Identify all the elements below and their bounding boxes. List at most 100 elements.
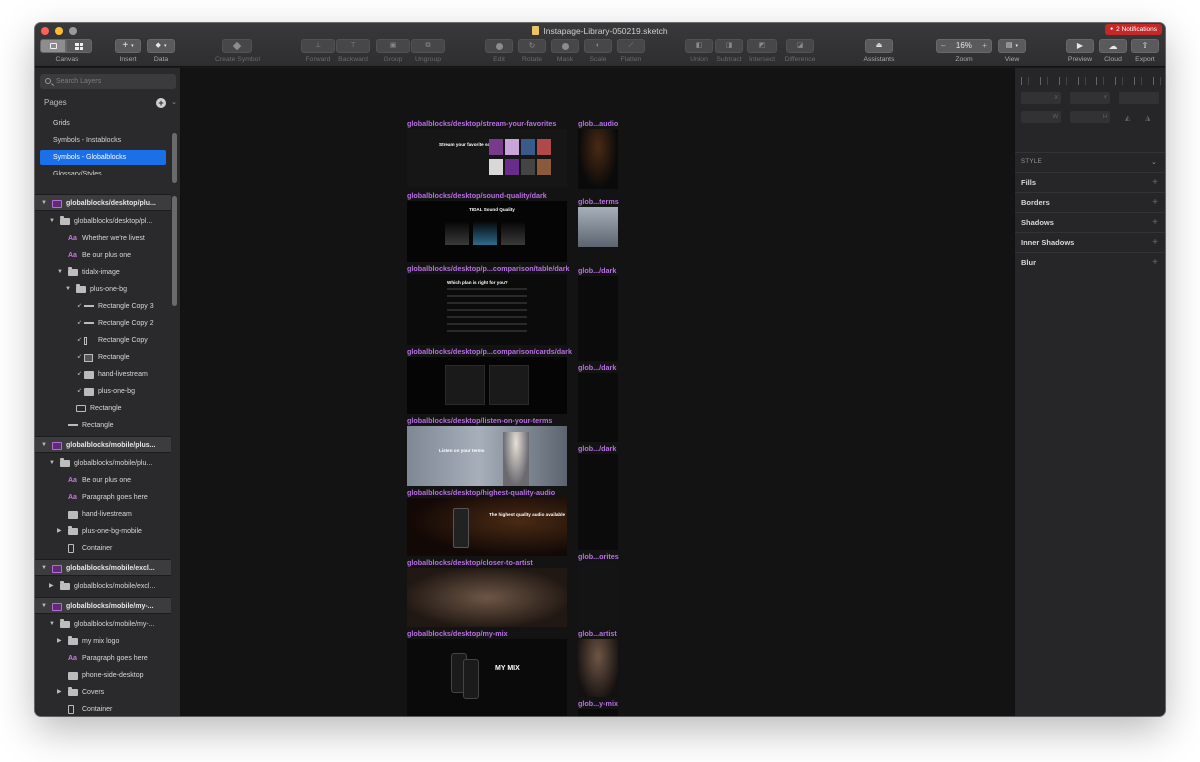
intersect-button[interactable]: ◩ Intersect (747, 39, 777, 64)
rotation-field[interactable] (1119, 92, 1159, 104)
add-style-icon[interactable]: + (1152, 173, 1158, 193)
pages-scrollbar[interactable] (172, 133, 177, 183)
page-item[interactable]: Grids (40, 116, 166, 131)
flatten-button[interactable]: ⟋ Flatten (617, 39, 645, 64)
grid-view-button[interactable] (66, 39, 92, 53)
artboard-thumbnail[interactable] (578, 129, 618, 189)
disclosure-expanded-icon[interactable]: ▼ (57, 264, 63, 281)
chevron-down-icon[interactable]: ⌄ (171, 96, 177, 110)
x-field[interactable]: X (1021, 92, 1061, 104)
view-button[interactable]: ▤ ▾ View (998, 39, 1026, 64)
width-field[interactable]: W (1021, 111, 1061, 123)
disclosure-expanded-icon[interactable]: ▼ (41, 195, 47, 210)
create-symbol-button[interactable]: Create Symbol (215, 39, 260, 64)
layer-row[interactable]: Aa Paragraph goes here (35, 489, 171, 506)
artboard-title[interactable]: glob...y-mix (578, 699, 618, 708)
disclosure-expanded-icon[interactable]: ▼ (49, 616, 55, 633)
layer-row[interactable]: ▶ my mix logo (35, 633, 171, 650)
style-section[interactable]: Borders + (1015, 192, 1165, 212)
layer-row[interactable]: Aa Be our plus one (35, 472, 171, 489)
chevron-down-icon[interactable]: ⌄ (1151, 158, 1157, 166)
artboard-title[interactable]: globalblocks/desktop/p...comparison/tabl… (407, 264, 570, 273)
artboard-thumbnail[interactable] (578, 207, 618, 247)
disclosure-expanded-icon[interactable]: ▼ (65, 281, 71, 298)
distribute-vertical-icon[interactable] (1152, 77, 1161, 85)
artboard-thumbnail[interactable] (407, 568, 567, 627)
add-style-icon[interactable]: + (1152, 253, 1158, 273)
disclosure-expanded-icon[interactable]: ▼ (49, 213, 55, 230)
add-page-icon[interactable]: + (156, 98, 166, 108)
layer-row[interactable]: Container (35, 540, 171, 557)
layer-row[interactable]: Container (35, 701, 171, 716)
ungroup-button[interactable]: ⧉ Ungroup (411, 39, 445, 64)
artboard-thumbnail[interactable]: MY MIX (407, 639, 567, 716)
artboard-title[interactable]: glob...audio (578, 119, 618, 128)
layer-row[interactable]: ↙ Rectangle Copy 2 (35, 315, 171, 332)
layer-row[interactable]: ▶ globalblocks/mobile/excl... (35, 578, 171, 595)
align-bottom-icon[interactable] (1115, 77, 1124, 85)
scale-button[interactable]: ◐ Scale (584, 39, 612, 64)
artboard-thumbnail[interactable] (578, 276, 618, 361)
disclosure-collapsed-icon[interactable]: ▶ (57, 523, 62, 540)
artboard-title[interactable]: globalblocks/desktop/stream-your-favorit… (407, 119, 556, 128)
layer-row[interactable]: Aa Paragraph goes here (35, 650, 171, 667)
y-field[interactable]: Y (1070, 92, 1110, 104)
align-center-icon[interactable] (1039, 77, 1048, 85)
align-right-icon[interactable] (1058, 77, 1067, 85)
layer-row[interactable]: hand-livestream (35, 506, 171, 523)
add-style-icon[interactable]: + (1152, 213, 1158, 233)
artboard-title[interactable]: glob...orites (578, 552, 619, 561)
artboard-title[interactable]: globalblocks/desktop/p...comparison/card… (407, 347, 572, 356)
disclosure-collapsed-icon[interactable]: ▶ (49, 578, 54, 595)
artboard-title[interactable]: globalblocks/desktop/sound-quality/dark (407, 191, 547, 200)
page-item[interactable]: Symbols - Globalblocks (40, 150, 166, 165)
layer-artboard-row[interactable]: ▼ globalblocks/mobile/plus... (35, 436, 171, 453)
disclosure-collapsed-icon[interactable]: ▶ (57, 633, 62, 650)
layer-artboard-row[interactable]: ▼ globalblocks/mobile/excl... (35, 559, 171, 576)
disclosure-collapsed-icon[interactable]: ▶ (57, 684, 62, 701)
artboard-title[interactable]: globalblocks/desktop/closer-to-artist (407, 558, 533, 567)
artboard-thumbnail[interactable]: The highest quality audio available (407, 498, 567, 556)
artboard-title[interactable]: glob.../dark (578, 266, 616, 275)
layer-row[interactable]: Rectangle (35, 417, 171, 434)
difference-button[interactable]: ◪ Difference (781, 39, 819, 64)
layer-row[interactable]: ▶ Covers (35, 684, 171, 701)
layer-row[interactable]: ↙ Rectangle Copy 3 (35, 298, 171, 315)
layer-artboard-row[interactable]: ▼ globalblocks/desktop/plu... (35, 194, 171, 211)
style-section[interactable]: Blur + (1015, 252, 1165, 272)
cloud-button[interactable]: ☁ Cloud (1099, 39, 1127, 64)
zoom-in-icon[interactable]: + (982, 40, 987, 52)
export-button[interactable]: ⇧ Export (1131, 39, 1159, 64)
group-button[interactable]: ▣ Group (376, 39, 410, 64)
artboard-thumbnail[interactable] (578, 709, 618, 716)
disclosure-expanded-icon[interactable]: ▼ (49, 455, 55, 472)
layer-row[interactable]: Aa Be our plus one (35, 247, 171, 264)
layer-row[interactable]: ▼ tidalx-image (35, 264, 171, 281)
artboard-title[interactable]: glob.../dark (578, 444, 616, 453)
canvas-view-button[interactable] (40, 39, 66, 53)
union-button[interactable]: ◧ Union (685, 39, 713, 64)
disclosure-expanded-icon[interactable]: ▼ (41, 437, 47, 452)
align-top-icon[interactable] (1077, 77, 1086, 85)
artboard-title[interactable]: globalblocks/desktop/my-mix (407, 629, 508, 638)
layer-row[interactable]: ▼ plus-one-bg (35, 281, 171, 298)
layer-row[interactable]: Aa Whether we're livest (35, 230, 171, 247)
page-item[interactable]: Glossary/Styles (40, 167, 166, 175)
align-middle-icon[interactable] (1096, 77, 1105, 85)
notifications-badge[interactable]: 2 Notifications (1105, 24, 1162, 35)
data-button[interactable]: ◆ ▾ Data (147, 39, 175, 64)
height-field[interactable]: H (1070, 111, 1110, 123)
layer-row[interactable]: phone-side-desktop (35, 667, 171, 684)
layer-row[interactable]: ▼ globalblocks/mobile/my-... (35, 616, 171, 633)
artboard-thumbnail[interactable] (578, 454, 618, 550)
layer-row[interactable]: Rectangle (35, 400, 171, 417)
zoom-control[interactable]: – 16% + Zoom (936, 39, 992, 64)
artboard-thumbnail[interactable] (578, 562, 618, 627)
artboard-thumbnail[interactable]: Listen on your terms (407, 426, 567, 486)
artboard-title[interactable]: globalblocks/desktop/listen-on-your-term… (407, 416, 552, 425)
layers-scrollbar[interactable] (172, 196, 177, 306)
artboard-thumbnail[interactable]: Which plan is right for you? (407, 274, 567, 345)
layer-row[interactable]: ▶ plus-one-bg-mobile (35, 523, 171, 540)
rotate-button[interactable]: ↻ Rotate (518, 39, 546, 64)
flip-vertical-icon[interactable]: ◮ (1145, 114, 1150, 122)
